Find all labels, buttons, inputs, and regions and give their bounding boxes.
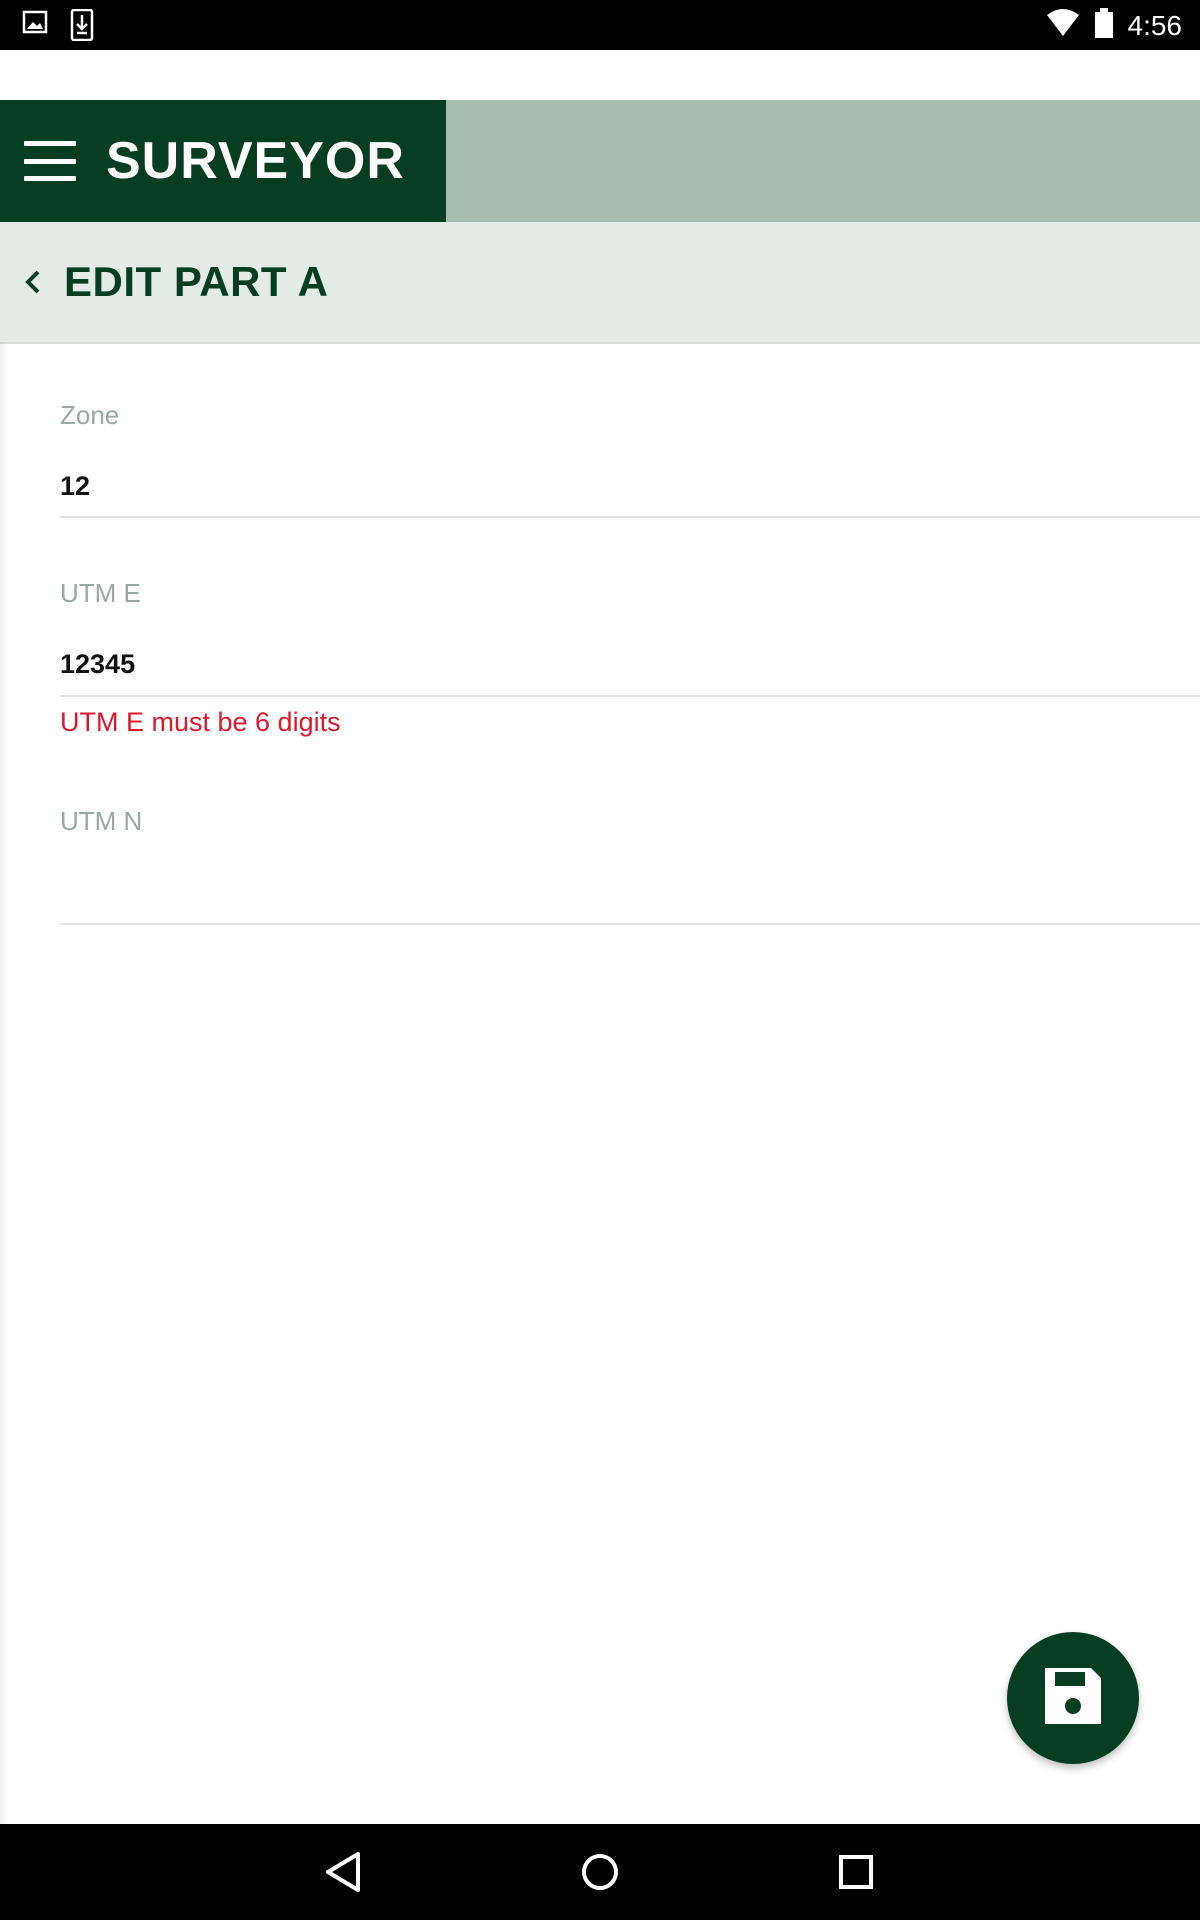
status-time: 4:56 — [1127, 9, 1183, 41]
utm-n-field[interactable]: UTM N — [60, 806, 1200, 926]
brand-block: SURVEYOR — [0, 100, 446, 222]
zone-input[interactable]: 12 — [60, 471, 1200, 502]
back-triangle-icon[interactable] — [320, 1848, 368, 1896]
wifi-icon — [1046, 9, 1080, 42]
save-button[interactable] — [1007, 1632, 1139, 1764]
status-bar: 4:56 — [0, 0, 1200, 50]
utm-n-input[interactable] — [60, 877, 1200, 909]
battery-icon — [1094, 8, 1114, 43]
utm-e-input[interactable]: 12345 — [60, 649, 1200, 680]
home-circle-icon[interactable] — [576, 1848, 624, 1896]
zone-underline — [60, 516, 1200, 518]
utm-e-field[interactable]: UTM E 12345 UTM E must be 6 digits — [60, 578, 1200, 738]
utm-e-error: UTM E must be 6 digits — [60, 707, 341, 737]
utm-n-label: UTM N — [60, 806, 143, 836]
sub-header: EDIT PART A — [0, 222, 1200, 344]
system-nav-bar — [0, 1824, 1200, 1920]
utm-e-label: UTM E — [60, 578, 141, 608]
hamburger-menu-icon[interactable] — [24, 141, 76, 181]
zone-field[interactable]: Zone 12 — [60, 400, 1200, 520]
app-title: SURVEYOR — [106, 132, 405, 190]
left-edge-shadow — [0, 342, 8, 1824]
download-notification-icon — [70, 8, 94, 46]
page-title: EDIT PART A — [64, 258, 329, 305]
chevron-left-icon[interactable] — [22, 267, 44, 297]
utm-n-underline — [60, 923, 1200, 925]
zone-label: Zone — [60, 400, 120, 430]
image-notification-icon — [22, 9, 48, 46]
top-spacer — [0, 50, 1200, 100]
app-bar: SURVEYOR — [0, 100, 1200, 222]
utm-e-underline — [60, 695, 1200, 697]
save-floppy-icon — [1041, 1664, 1105, 1733]
recents-square-icon[interactable] — [832, 1848, 880, 1896]
